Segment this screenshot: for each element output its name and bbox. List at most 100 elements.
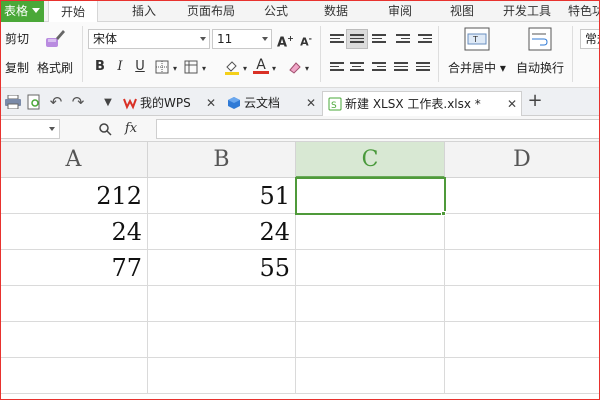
cell-d5[interactable] (445, 322, 600, 358)
cell-b1[interactable]: 51 (148, 178, 296, 214)
name-box[interactable] (0, 119, 60, 139)
formula-bar: fx (0, 116, 600, 142)
tab-developer[interactable]: 开发工具 (498, 0, 556, 22)
close-icon[interactable]: ✕ (507, 98, 517, 110)
new-tab-plus-icon[interactable]: + (526, 92, 544, 110)
print-icon[interactable] (5, 95, 21, 109)
column-header-a[interactable]: A (0, 142, 148, 178)
align-center-icon[interactable] (350, 62, 364, 74)
tab-data[interactable]: 数据 (314, 0, 358, 22)
tab-special-features[interactable]: 特色功 (568, 0, 600, 22)
cell-d2[interactable] (445, 214, 600, 250)
cell-d4[interactable] (445, 286, 600, 322)
cell-b3[interactable]: 55 (148, 250, 296, 286)
italic-button[interactable]: I (112, 58, 128, 76)
undo-icon[interactable]: ↶ (48, 93, 64, 111)
cell-c6[interactable] (296, 358, 445, 394)
borders-icon[interactable] (155, 60, 169, 74)
chevron-down-icon[interactable]: ▾ (241, 60, 249, 78)
align-left-icon[interactable] (330, 62, 344, 74)
chevron-down-icon[interactable]: ▾ (303, 60, 311, 78)
cell-b5[interactable] (148, 322, 296, 358)
font-size-value: 11 (217, 32, 233, 46)
tab-page-layout[interactable]: 页面布局 (180, 0, 242, 22)
decrease-font-size-icon[interactable]: A- (298, 30, 314, 52)
decrease-indent-icon[interactable] (396, 34, 410, 46)
cell-d6[interactable] (445, 358, 600, 394)
cell-a2[interactable]: 24 (0, 214, 148, 250)
quick-access-menu-icon[interactable]: ▼ (102, 94, 114, 112)
cell-a1[interactable]: 212 (0, 178, 148, 214)
wrap-text-button[interactable]: 自动换行 (516, 59, 564, 76)
number-format-select[interactable]: 常规 (580, 29, 600, 49)
doc-tab-label: 新建 XLSX 工作表.xlsx * (345, 97, 481, 111)
doc-tab-active-workbook[interactable]: S 新建 XLSX 工作表.xlsx * ✕ (322, 91, 522, 116)
fill-color-icon[interactable] (223, 58, 241, 76)
increase-font-size-icon[interactable]: A+ (277, 30, 294, 52)
column-header-c[interactable]: C (296, 142, 445, 178)
font-color-icon[interactable]: A (253, 56, 269, 74)
format-painter-icon[interactable] (42, 26, 68, 52)
format-painter-label[interactable]: 格式刷 (37, 59, 73, 76)
cell-c4[interactable] (296, 286, 445, 322)
tab-insert[interactable]: 插入 (120, 0, 168, 22)
bold-button[interactable]: B (92, 58, 108, 76)
tab-home[interactable]: 开始 (48, 0, 98, 23)
insert-function-button[interactable]: fx (120, 120, 142, 138)
tab-review[interactable]: 审阅 (378, 0, 422, 22)
increase-indent-icon[interactable] (418, 34, 432, 46)
ribbon-divider (572, 26, 573, 82)
font-name-select[interactable]: 宋体 (88, 29, 210, 49)
align-right-icon[interactable] (372, 62, 386, 74)
tab-formulas[interactable]: 公式 (254, 0, 298, 22)
cell-c3[interactable] (296, 250, 445, 286)
cell-a3[interactable]: 77 (0, 250, 148, 286)
active-cell-selection[interactable] (295, 177, 446, 215)
cut-button[interactable]: 剪切 (5, 30, 29, 47)
underline-button[interactable]: U (132, 58, 148, 76)
cell-a5[interactable] (0, 322, 148, 358)
merge-center-button[interactable]: 合并居中 ▾ (448, 59, 506, 76)
align-bottom-icon[interactable] (372, 34, 386, 46)
copy-button[interactable]: 复制 (5, 59, 29, 76)
distributed-align-icon[interactable] (416, 62, 430, 74)
cell-b2[interactable]: 24 (148, 214, 296, 250)
font-size-select[interactable]: 11 (212, 29, 272, 49)
cell-b4[interactable] (148, 286, 296, 322)
cell-a6[interactable] (0, 358, 148, 394)
worksheet-grid[interactable]: A B C D 212 51 24 24 77 55 (0, 142, 600, 400)
print-preview-icon[interactable] (27, 94, 41, 110)
doc-tab-my-wps[interactable]: 我的WPS (118, 91, 191, 116)
wrap-text-icon[interactable] (528, 27, 552, 51)
doc-tab-cloud-docs[interactable]: 云文档 (222, 91, 280, 116)
column-header-d[interactable]: D (445, 142, 600, 178)
cell-b6[interactable] (148, 358, 296, 394)
chevron-down-icon[interactable]: ▾ (270, 60, 278, 78)
tab-view[interactable]: 视图 (440, 0, 484, 22)
merge-center-icon[interactable]: T (464, 27, 490, 51)
close-icon[interactable]: ✕ (306, 97, 316, 109)
formula-input[interactable] (156, 119, 600, 139)
cell-c2[interactable] (296, 214, 445, 250)
app-menu-button[interactable]: 表格 (0, 0, 44, 22)
clear-format-icon[interactable] (287, 59, 303, 75)
fill-handle[interactable] (441, 211, 446, 216)
align-middle-button[interactable] (346, 29, 368, 49)
cell-a4[interactable] (0, 286, 148, 322)
justify-icon[interactable] (394, 62, 408, 74)
cell-style-icon[interactable] (184, 60, 198, 74)
cell-c5[interactable] (296, 322, 445, 358)
svg-text:S: S (331, 101, 337, 111)
close-icon[interactable]: ✕ (206, 97, 216, 109)
cell-d1[interactable] (445, 178, 600, 214)
zoom-search-icon[interactable] (98, 122, 112, 136)
redo-icon[interactable]: ↷ (70, 93, 86, 111)
number-format-value: 常规 (585, 32, 600, 46)
chevron-down-icon[interactable]: ▾ (171, 60, 179, 78)
cell-d3[interactable] (445, 250, 600, 286)
ribbon-tab-bar: 表格 开始 插入 页面布局 公式 数据 审阅 视图 开发工具 特色功 (0, 0, 600, 23)
column-header-b[interactable]: B (148, 142, 296, 178)
align-top-icon[interactable] (330, 34, 344, 46)
chevron-down-icon[interactable]: ▾ (200, 60, 208, 78)
ribbon-divider (82, 26, 83, 82)
